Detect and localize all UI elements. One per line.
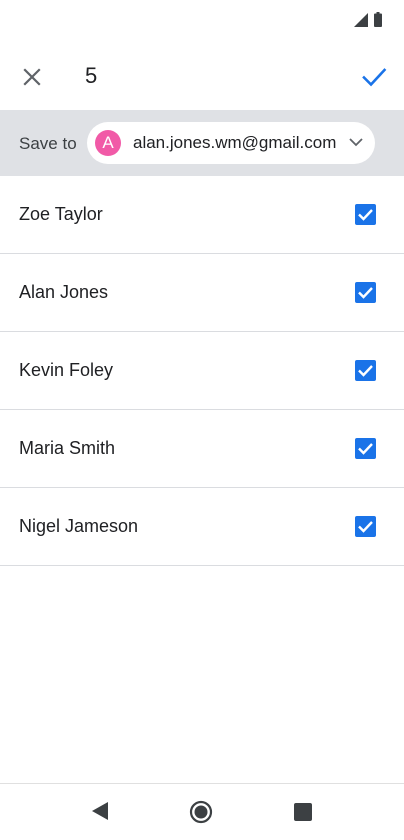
recents-square-icon [294,803,312,821]
checkmark-icon [358,287,373,299]
back-triangle-icon [92,802,108,820]
checkmark-icon [358,521,373,533]
contact-row[interactable]: Kevin Foley [0,332,404,410]
contact-name: Kevin Foley [19,360,114,380]
checkmark-icon [358,443,373,455]
contact-checkbox[interactable] [355,282,376,303]
nav-home-button[interactable] [189,800,213,829]
contact-checkbox[interactable] [355,438,376,459]
contact-name: Nigel Jameson [19,516,139,536]
contact-row[interactable]: Maria Smith [0,410,404,488]
status-bar [0,0,404,44]
nav-recents-button[interactable] [293,802,313,827]
account-email: alan.jones.wm@gmail.com [133,133,337,152]
contact-checkbox[interactable] [355,204,376,225]
nav-back-button[interactable] [90,801,110,826]
checkmark-icon [358,365,373,377]
system-nav-bar [0,783,404,840]
account-selector[interactable]: A alan.jones.wm@gmail.com [87,122,375,164]
app-bar: 5 [0,44,404,110]
contact-row[interactable]: Alan Jones [0,254,404,332]
home-circle-icon [189,800,213,824]
save-to-label: Save to [19,134,77,153]
avatar: A [95,130,121,156]
contact-checkbox[interactable] [355,360,376,381]
signal-icon [354,12,368,27]
check-icon [362,68,387,87]
contact-row[interactable]: Zoe Taylor [0,176,404,254]
contact-list: Zoe Taylor Alan Jones Kevin Foley Maria … [0,176,404,566]
screen: 5 Save to A alan.jones.wm@gmail.com Zoe … [0,0,404,840]
confirm-button[interactable] [360,63,388,91]
selected-count: 5 [85,63,98,88]
save-to-bar: Save to A alan.jones.wm@gmail.com [0,110,404,176]
battery-icon [374,12,382,27]
close-icon [23,68,41,86]
contact-name: Maria Smith [19,438,116,458]
contact-name: Alan Jones [19,282,109,302]
status-icons [354,12,382,27]
chevron-down-icon [349,138,363,147]
checkmark-icon [358,209,373,221]
contact-row[interactable]: Nigel Jameson [0,488,404,566]
close-button[interactable] [20,65,44,89]
contact-checkbox[interactable] [355,516,376,537]
contact-name: Zoe Taylor [19,204,103,224]
